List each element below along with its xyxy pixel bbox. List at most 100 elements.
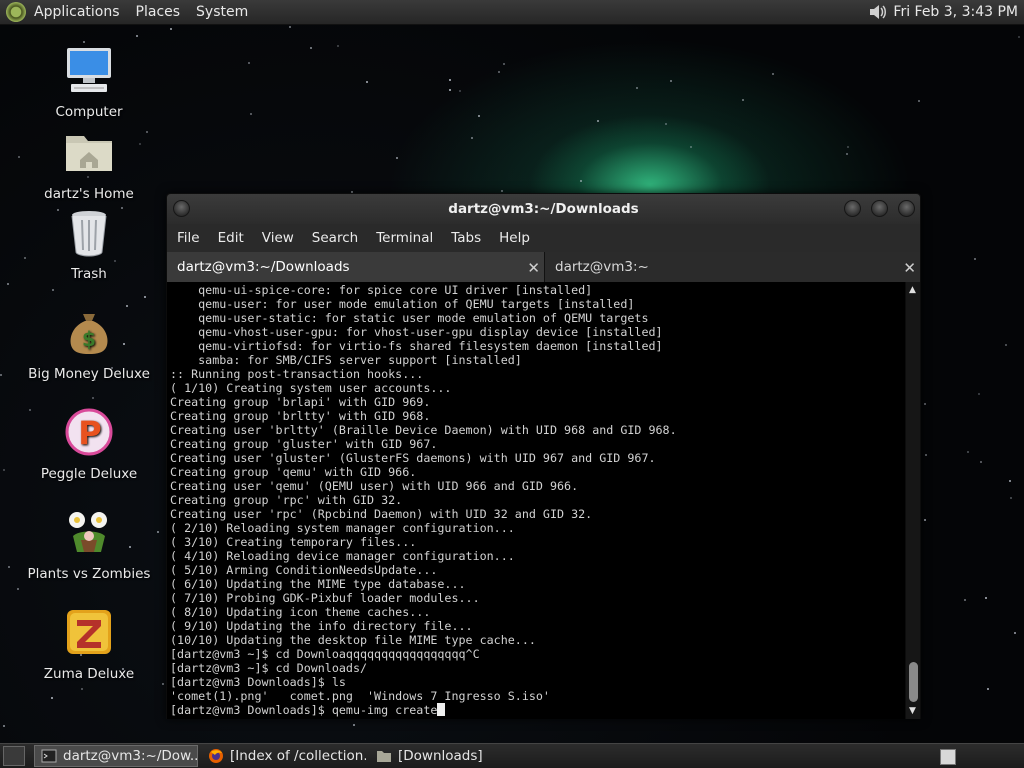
menu-help[interactable]: Help (489, 230, 538, 246)
close-button[interactable] (898, 200, 915, 217)
window-title: dartz@vm3:~/Downloads (448, 201, 639, 217)
peggle-icon: P (65, 408, 113, 456)
star-decoration (248, 62, 250, 64)
star-decoration (51, 697, 53, 699)
window-titlebar[interactable]: dartz@vm3:~/Downloads (167, 194, 920, 224)
text-cursor (437, 703, 446, 716)
star-decoration (471, 137, 473, 139)
terminal-prompt-line[interactable]: [dartz@vm3 Downloads]$ qemu-img create (170, 703, 437, 717)
menu-terminal[interactable]: Terminal (366, 230, 441, 246)
desktop-icon-label: Peggle Deluxe (40, 466, 138, 482)
bottom-panel: dartz@vm3:~/Dow... [Index of /collection… (0, 743, 1024, 768)
star-decoration (580, 180, 582, 182)
star-decoration (597, 120, 599, 122)
menu-search[interactable]: Search (302, 230, 366, 246)
clock[interactable]: Fri Feb 3, 3:43 PM (893, 4, 1024, 20)
desktop-icon-label: dartz's Home (44, 186, 134, 202)
desktop-icon-label: Trash (71, 266, 107, 282)
star-decoration (501, 190, 503, 192)
star-decoration (310, 47, 312, 49)
star-decoration (1010, 497, 1012, 499)
scrollbar-thumb[interactable] (909, 662, 918, 702)
home-folder-icon (66, 136, 112, 171)
star-decoration (967, 451, 969, 453)
tab-home[interactable]: dartz@vm3:~ ✕ (545, 252, 920, 282)
system-tray: Fri Feb 3, 3:43 PM (867, 0, 1024, 25)
terminal-tabbar: dartz@vm3:~/Downloads ✕ dartz@vm3:~ ✕ (167, 252, 920, 282)
star-decoration (742, 99, 744, 101)
desktop-icon-big-money[interactable]: $ Big Money Deluxe (24, 306, 154, 382)
star-decoration (3, 469, 5, 471)
tab-label: dartz@vm3:~/Downloads (177, 259, 350, 275)
terminal-scrollbar[interactable]: ▲ ▼ (905, 282, 920, 719)
tab-close-icon[interactable]: ✕ (903, 259, 916, 277)
star-decoration (337, 45, 339, 47)
desktop-icon-plants-vs-zombies[interactable]: Plants vs Zombies (24, 506, 154, 582)
taskbar-item-firefox[interactable]: [Index of /collection... (202, 745, 366, 767)
star-decoration (83, 41, 85, 43)
tab-downloads[interactable]: dartz@vm3:~/Downloads ✕ (167, 252, 545, 282)
star-decoration (964, 599, 966, 601)
menu-edit[interactable]: Edit (208, 230, 252, 246)
star-decoration (7, 283, 9, 285)
star-decoration (52, 289, 54, 291)
star-decoration (459, 90, 461, 92)
distro-logo-icon[interactable] (6, 2, 26, 22)
taskbar-item-downloads[interactable]: [Downloads] (370, 745, 490, 767)
applications-menu[interactable]: Applications (26, 0, 128, 25)
star-decoration (289, 26, 291, 28)
star-decoration (478, 115, 480, 117)
computer-icon (67, 48, 111, 92)
terminal-icon (41, 749, 57, 763)
terminal-output[interactable]: qemu-ui-spice-core: for spice core UI dr… (167, 282, 905, 719)
desktop-icon-peggle[interactable]: P Peggle Deluxe (24, 406, 154, 482)
star-decoration (8, 566, 10, 568)
star-decoration (772, 73, 774, 75)
places-menu[interactable]: Places (128, 0, 189, 25)
terminal-window[interactable]: dartz@vm3:~/Downloads File Edit View Sea… (166, 193, 921, 719)
window-menu-button[interactable] (173, 200, 190, 217)
minimize-button[interactable] (844, 200, 861, 217)
star-decoration (665, 123, 667, 125)
taskbar-item-label: dartz@vm3:~/Dow... (63, 748, 198, 764)
scroll-up-arrow-icon[interactable]: ▲ (909, 285, 916, 295)
scroll-down-arrow-icon[interactable]: ▼ (909, 706, 916, 716)
svg-text:$: $ (82, 327, 96, 351)
star-decoration (670, 80, 672, 82)
star-decoration (0, 374, 2, 376)
trash-icon (71, 211, 107, 257)
taskbar-item-terminal[interactable]: dartz@vm3:~/Dow... (34, 745, 198, 767)
star-decoration (162, 683, 164, 685)
star-decoration (846, 153, 848, 155)
terminal-menubar: File Edit View Search Terminal Tabs Help (167, 224, 920, 252)
firefox-icon (209, 749, 223, 763)
star-decoration (987, 688, 989, 690)
star-decoration (1018, 36, 1020, 38)
desktop-icon-computer[interactable]: Computer (24, 44, 154, 120)
star-decoration (980, 461, 982, 463)
maximize-button[interactable] (871, 200, 888, 217)
money-bag-icon: $ (70, 314, 108, 354)
star-decoration (974, 258, 976, 260)
star-decoration (144, 296, 146, 298)
star-decoration (449, 89, 451, 91)
star-decoration (366, 81, 368, 83)
star-decoration (847, 146, 849, 148)
workspace-switcher[interactable] (940, 749, 956, 765)
show-desktop-button[interactable] (3, 746, 25, 766)
tab-close-icon[interactable]: ✕ (527, 259, 540, 277)
system-menu[interactable]: System (188, 0, 256, 25)
tab-label: dartz@vm3:~ (555, 259, 649, 275)
desktop-icon-trash[interactable]: Trash (24, 206, 154, 282)
desktop-icon-zuma[interactable]: Zuma Deluxe (24, 606, 154, 682)
star-decoration (18, 156, 20, 158)
menu-file[interactable]: File (167, 230, 208, 246)
menu-view[interactable]: View (252, 230, 302, 246)
star-decoration (925, 454, 927, 456)
desktop-icon-home[interactable]: dartz's Home (24, 126, 154, 202)
star-decoration (136, 35, 138, 37)
volume-icon[interactable] (867, 2, 887, 22)
star-decoration (250, 113, 252, 115)
menu-tabs[interactable]: Tabs (441, 230, 489, 246)
star-decoration (503, 63, 505, 65)
